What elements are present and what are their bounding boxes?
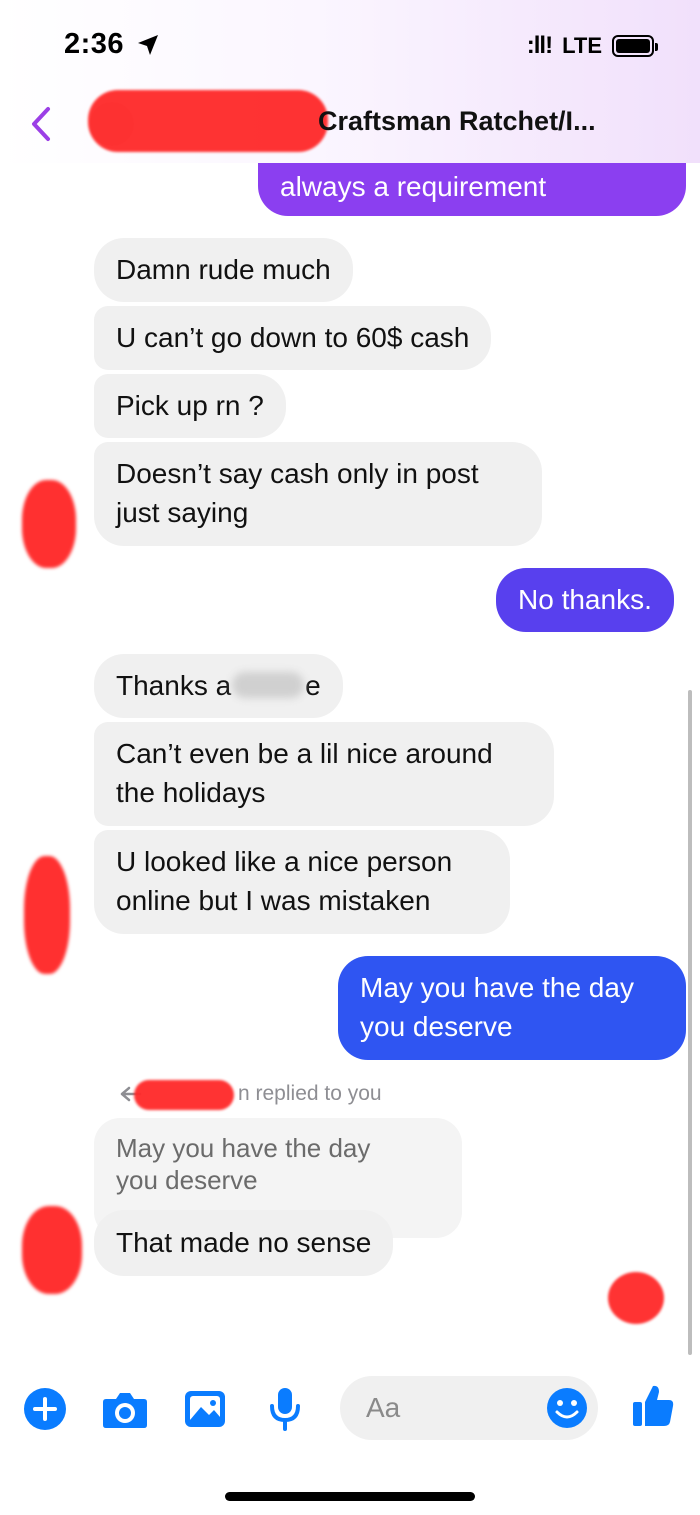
emoji-button[interactable] [546, 1387, 588, 1434]
gallery-button[interactable] [182, 1386, 228, 1432]
sender-avatar[interactable] [22, 480, 76, 568]
camera-icon [103, 1393, 147, 1428]
thumbs-up-icon [633, 1385, 674, 1426]
redaction-mark [134, 1080, 234, 1110]
plus-button[interactable] [22, 1386, 68, 1432]
message-text: online but I was mistaken [116, 885, 431, 916]
message-text: Damn rude much [116, 254, 331, 285]
incoming-message[interactable]: Thanks a e [94, 654, 343, 718]
chat-header: 2:36 :ll! LTE Craftsman Ratchet/I... [0, 0, 700, 163]
scrollbar[interactable] [688, 690, 692, 1355]
location-arrow-icon [138, 35, 158, 55]
network-type: LTE [562, 33, 602, 58]
status-indicators: :ll! LTE [526, 32, 658, 60]
back-chevron-icon[interactable] [26, 104, 56, 144]
message-text: No thanks. [518, 584, 652, 615]
microphone-icon [270, 1388, 300, 1431]
home-indicator[interactable] [225, 1492, 475, 1501]
message-text: just saying [116, 497, 249, 528]
message-text: always a requirement [280, 171, 547, 202]
message-text: Pick up rn ? [116, 390, 264, 421]
message-text: May you have the day [360, 972, 634, 1003]
reply-text: n replied to you [238, 1082, 382, 1105]
like-button[interactable] [630, 1382, 676, 1428]
read-receipt-avatar [608, 1272, 664, 1324]
emoji-icon [547, 1388, 587, 1428]
incoming-message[interactable]: Can’t even be a lil nice around the holi… [94, 722, 554, 826]
message-text: U can’t go down to 60$ cash [116, 322, 470, 353]
incoming-message[interactable]: U looked like a nice person online but I… [94, 830, 510, 934]
message-text: you deserve [360, 1011, 513, 1042]
redaction-mark [88, 90, 328, 152]
outgoing-message[interactable]: May you have the day you deserve [338, 956, 686, 1060]
plus-icon [24, 1388, 66, 1430]
outgoing-message[interactable]: No thanks. [496, 568, 674, 632]
incoming-message[interactable]: That made no sense [94, 1210, 394, 1276]
quoted-text: May you have the day [116, 1133, 371, 1163]
microphone-button[interactable] [262, 1386, 308, 1432]
incoming-message[interactable]: U can’t go down to 60$ cash [94, 306, 492, 370]
message-text: Thanks a [116, 670, 232, 701]
blurred-word [232, 672, 305, 698]
message-text: e [305, 670, 321, 701]
battery-icon [612, 35, 658, 57]
message-text: the holidays [116, 777, 266, 808]
incoming-message[interactable]: Pick up rn ? [94, 374, 286, 438]
message-text: That made no sense [116, 1227, 372, 1258]
sender-avatar[interactable] [24, 856, 70, 974]
signal-indicator: :ll! [526, 32, 553, 59]
image-icon [185, 1391, 225, 1427]
quoted-text: you deserve [116, 1165, 258, 1195]
incoming-message[interactable]: Damn rude much [94, 238, 353, 302]
incoming-message[interactable]: Doesn’t say cash only in post just sayin… [94, 442, 542, 546]
message-text: U looked like a nice person [116, 846, 453, 877]
message-text: Can’t even be a lil nice around [116, 738, 493, 769]
sender-avatar[interactable] [22, 1206, 82, 1294]
status-time: 2:36 [64, 28, 125, 60]
message-text: Doesn’t say cash only in post [116, 458, 479, 489]
chat-title[interactable]: Craftsman Ratchet/I... [318, 106, 596, 137]
message-composer [0, 1372, 700, 1448]
camera-button[interactable] [102, 1386, 148, 1432]
